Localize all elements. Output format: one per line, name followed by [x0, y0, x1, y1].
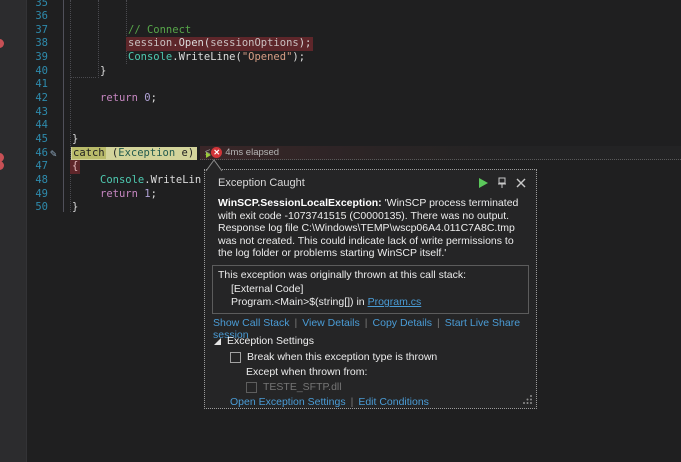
perf-tip-banner[interactable]: ≤ ✕ 4ms elapsed: [200, 146, 681, 160]
module-exclude-row: TESTE_SFTP.dll: [246, 381, 342, 393]
break-when-thrown-row: Break when this exception type is thrown: [230, 351, 437, 363]
token: ;: [151, 188, 157, 200]
token: Console: [100, 174, 144, 186]
close-icon[interactable]: [516, 178, 526, 188]
line-number: 40: [0, 65, 48, 79]
token: }: [72, 201, 78, 213]
break-when-thrown-checkbox[interactable]: [230, 352, 241, 363]
line-number: 50: [0, 201, 48, 215]
highlighted-code: catch (Exception e): [71, 147, 197, 161]
token: {: [72, 160, 78, 172]
line-number: 39: [0, 51, 48, 65]
code-line-44[interactable]: 44: [0, 119, 681, 133]
highlighted-code: {: [70, 160, 80, 174]
code-text: return 0;: [100, 92, 157, 106]
code-line-37[interactable]: 37 // Connect: [0, 24, 681, 38]
callstack-frame: [External Code]: [218, 283, 523, 297]
program-cs-link[interactable]: Program.cs: [368, 296, 422, 308]
callstack-box: This exception was originally thrown at …: [212, 265, 529, 314]
token: "Opened": [242, 51, 293, 63]
code-line-41[interactable]: 41: [0, 78, 681, 92]
token: // Connect: [128, 24, 191, 36]
token: session: [128, 37, 172, 49]
code-text: }: [100, 65, 106, 79]
token: WriteLin: [151, 174, 202, 186]
token: Open: [179, 37, 204, 49]
token: catch: [72, 147, 106, 159]
line-number: 35: [0, 0, 48, 10]
continue-execution-button[interactable]: [479, 178, 488, 188]
pin-icon[interactable]: [497, 177, 507, 189]
exception-thrown-icon[interactable]: ✕: [211, 147, 222, 158]
exception-helper-popup: Exception Caught WinSCP.SessionLocalExce…: [204, 169, 537, 409]
code-text: // Connect: [128, 24, 191, 38]
line-number: 44: [0, 119, 48, 133]
line-number: 46: [0, 147, 48, 161]
line-number: 45: [0, 133, 48, 147]
popup-title: Exception Caught: [218, 177, 305, 189]
code-text: }: [72, 133, 78, 147]
code-text: Console.WriteLine("Opened");: [128, 51, 305, 65]
popup-callout-pointer: [204, 158, 230, 172]
copy-details-link[interactable]: Copy Details: [373, 317, 433, 329]
open-exception-settings-link[interactable]: Open Exception Settings: [230, 396, 346, 408]
edit-pen-icon: ✎: [50, 147, 57, 160]
token: sessionOptions: [210, 37, 299, 49]
except-when-thrown-label: Except when thrown from:: [246, 366, 367, 378]
line-number: 36: [0, 10, 48, 24]
line-number: 37: [0, 24, 48, 38]
code-line-35[interactable]: 35: [0, 0, 681, 11]
exception-settings-expander[interactable]: Exception Settings: [214, 335, 314, 347]
exception-message: WinSCP.SessionLocalException:'WinSCP pro…: [218, 197, 526, 260]
callstack-frame: Program.<Main>$(string[]) in Program.cs: [218, 296, 523, 310]
line-number: 42: [0, 92, 48, 106]
line-number: 43: [0, 106, 48, 120]
token: return: [100, 188, 138, 200]
line-number: 41: [0, 78, 48, 92]
token: return: [100, 92, 138, 104]
code-line-45[interactable]: 45}: [0, 133, 681, 147]
token: Exception: [118, 147, 175, 159]
expander-triangle-icon: [214, 338, 221, 345]
elapsed-label: 4ms elapsed: [225, 147, 279, 158]
resize-grip[interactable]: [522, 394, 533, 405]
code-line-43[interactable]: 43: [0, 106, 681, 120]
callstack-intro: This exception was originally thrown at …: [218, 269, 523, 283]
vs-debugger-editor: 353637 // Connect 38 session.Open(sessionOp…: [0, 0, 681, 462]
popup-settings-links: Open Exception Settings|Edit Conditions: [230, 396, 429, 408]
code-text: }: [72, 201, 78, 215]
code-line-39[interactable]: 39 Console.WriteLine("Opened");: [0, 51, 681, 65]
token: e): [175, 147, 194, 159]
token: (: [106, 147, 119, 159]
token: );: [292, 51, 305, 63]
code-line-36[interactable]: 36: [0, 10, 681, 24]
edit-conditions-link[interactable]: Edit Conditions: [358, 396, 429, 408]
exception-type: WinSCP.SessionLocalException:: [218, 197, 382, 209]
code-line-42[interactable]: 42 return 0;: [0, 92, 681, 106]
code-text: Console.WriteLin: [100, 174, 201, 188]
token: }: [100, 65, 106, 77]
token: );: [299, 37, 312, 49]
highlighted-code: session.Open(sessionOptions);: [126, 37, 313, 51]
code-text: return 1;: [100, 188, 157, 202]
token: }: [72, 133, 78, 145]
view-details-link[interactable]: View Details: [302, 317, 360, 329]
line-number: 48: [0, 174, 48, 188]
token: ;: [151, 92, 157, 104]
code-line-38[interactable]: 38 session.Open(sessionOptions);: [0, 37, 681, 51]
line-number: 47: [0, 160, 48, 174]
line-number: 49: [0, 188, 48, 202]
code-line-40[interactable]: 40}: [0, 65, 681, 79]
token: WriteLine: [179, 51, 236, 63]
token: Console: [128, 51, 172, 63]
line-number: 38: [0, 37, 48, 51]
module-checkbox[interactable]: [246, 382, 257, 393]
show-call-stack-link[interactable]: Show Call Stack: [213, 317, 289, 329]
